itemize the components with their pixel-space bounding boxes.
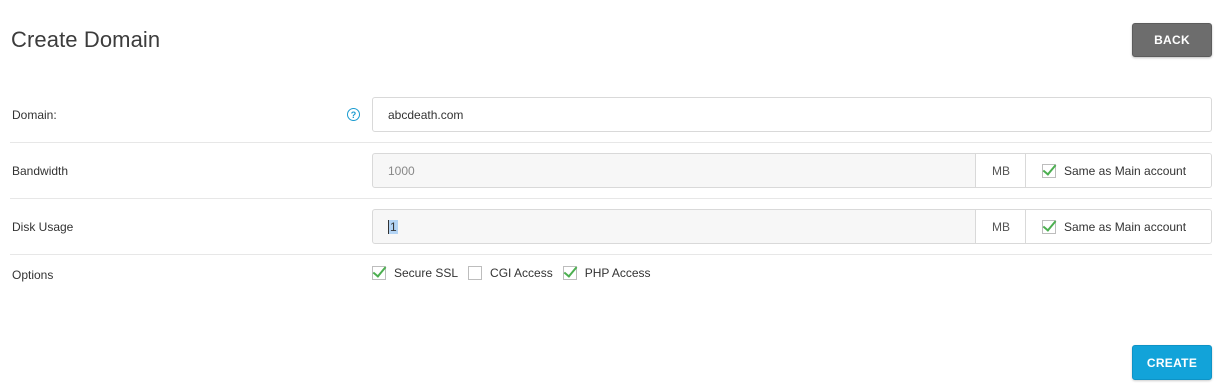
disk-usage-unit: MB xyxy=(975,210,1026,243)
cgi-access-label: CGI Access xyxy=(490,266,553,280)
disk-usage-value: 1 xyxy=(388,219,398,234)
secure-ssl-checkbox[interactable] xyxy=(372,266,386,280)
disk-usage-same-label: Same as Main account xyxy=(1064,219,1187,234)
divider xyxy=(10,254,1212,255)
option-secure-ssl[interactable]: Secure SSL xyxy=(372,266,458,280)
bandwidth-label: Bandwidth xyxy=(12,164,69,178)
options-label: Options xyxy=(12,268,54,282)
disk-usage-group: 1 MB Same as Main account xyxy=(372,209,1212,244)
bandwidth-group: 1000 MB Same as Main account xyxy=(372,153,1212,188)
option-php-access[interactable]: PHP Access xyxy=(562,266,651,280)
php-access-checkbox[interactable] xyxy=(562,266,577,280)
question-circle-icon[interactable]: ? xyxy=(347,108,360,121)
bandwidth-input[interactable]: 1000 xyxy=(373,154,975,187)
domain-input-value: abcdeath.com xyxy=(388,107,464,122)
bandwidth-same-as-main[interactable]: Same as Main account xyxy=(1025,154,1211,187)
bandwidth-same-checkbox[interactable] xyxy=(1042,163,1056,178)
secure-ssl-label: Secure SSL xyxy=(394,266,459,280)
option-cgi-access[interactable]: CGI Access xyxy=(468,266,553,280)
bandwidth-unit: MB xyxy=(975,154,1026,187)
options-group: Secure SSL CGI Access PHP Access xyxy=(372,266,661,280)
disk-usage-label: Disk Usage xyxy=(12,220,74,234)
back-button[interactable]: BACK xyxy=(1132,23,1212,57)
divider xyxy=(10,142,1212,143)
disk-usage-same-as-main[interactable]: Same as Main account xyxy=(1025,210,1211,243)
bandwidth-same-label: Same as Main account xyxy=(1064,163,1187,178)
create-button[interactable]: CREATE xyxy=(1132,345,1212,380)
divider xyxy=(10,198,1212,199)
cgi-access-checkbox[interactable] xyxy=(468,266,483,280)
page-title: Create Domain xyxy=(11,27,161,52)
disk-usage-input[interactable]: 1 xyxy=(373,210,975,243)
disk-usage-same-checkbox[interactable] xyxy=(1042,219,1056,234)
domain-input[interactable]: abcdeath.com xyxy=(372,97,1212,132)
domain-label: Domain: xyxy=(12,108,57,122)
php-access-label: PHP Access xyxy=(584,266,651,280)
